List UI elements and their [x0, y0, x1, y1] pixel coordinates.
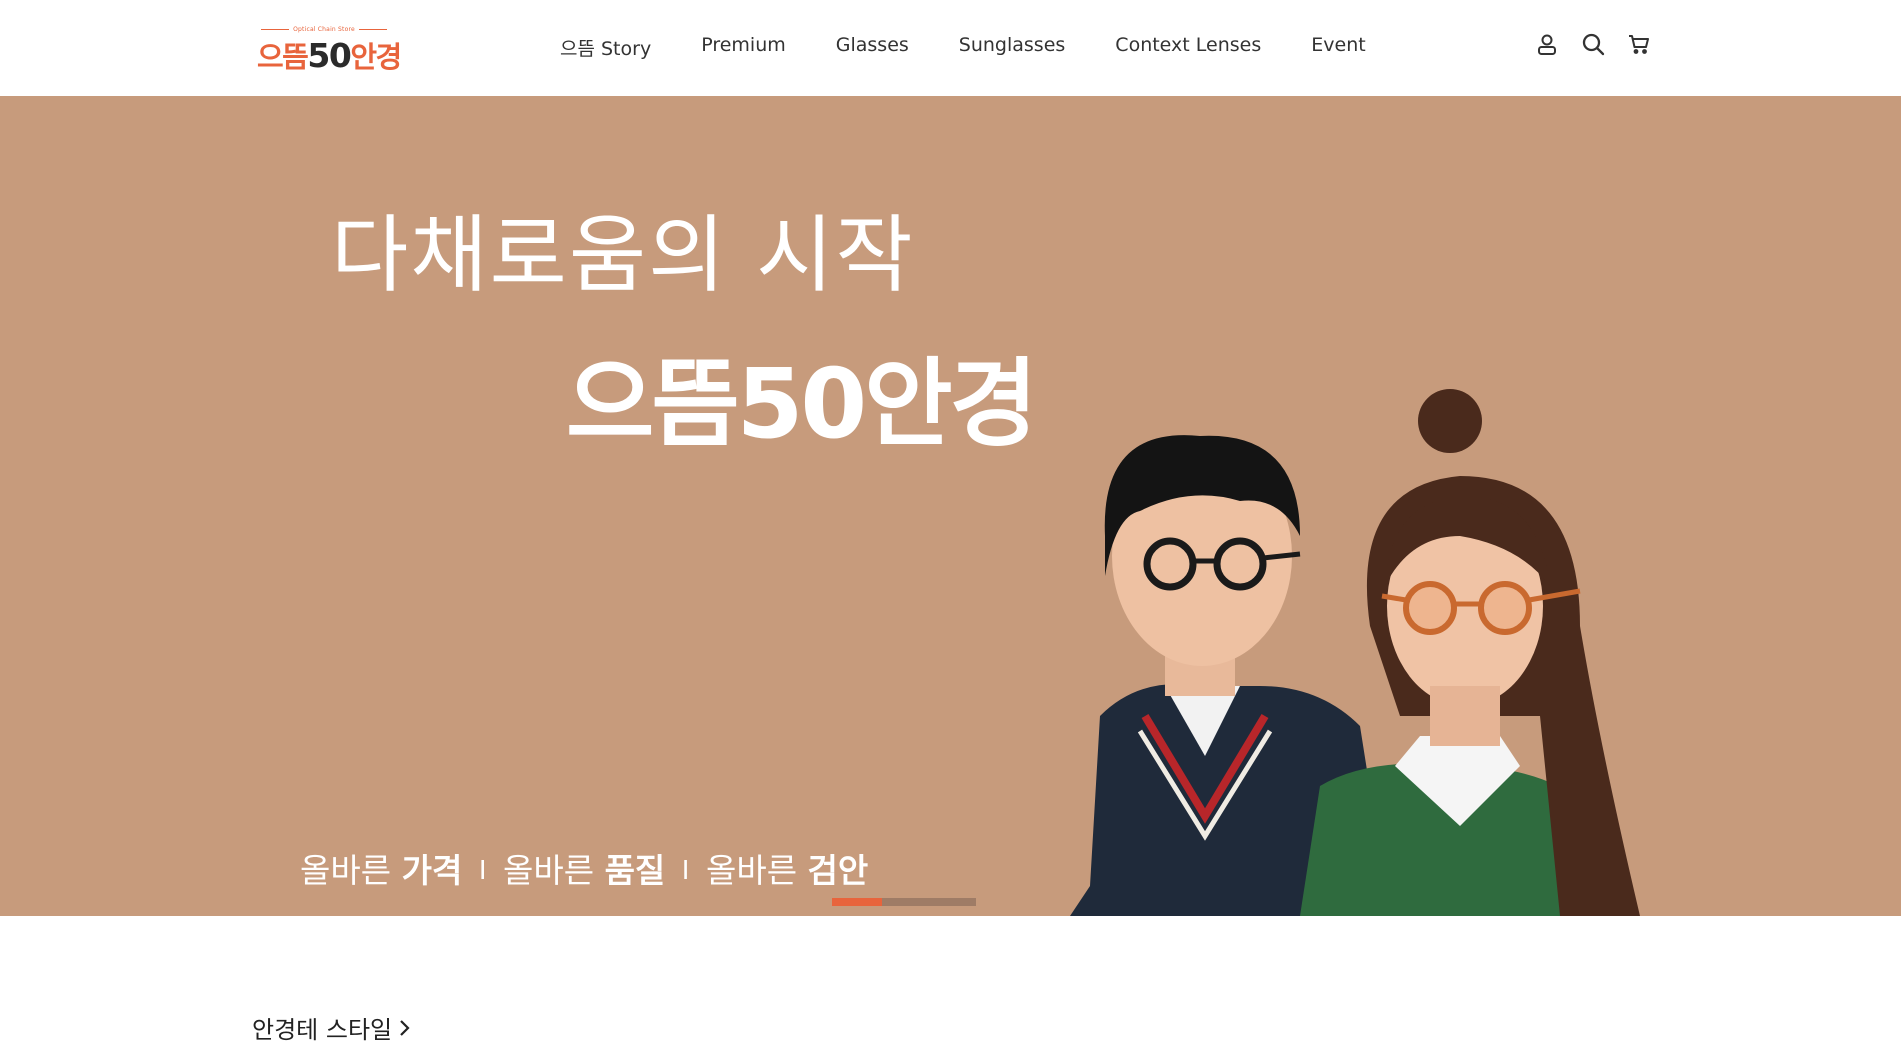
- slogan-bold-3: 검안: [807, 851, 869, 890]
- logo-part-1: 으뜸: [257, 40, 309, 74]
- hero-banner[interactable]: 다채로움의 시작 으뜸50안경 올바른 가격 I 올바른 품질 I 올바른 검안: [0, 96, 1901, 916]
- nav-item-sunglasses[interactable]: Sunglasses: [959, 34, 1066, 62]
- logo-tagline: Optical Chain Store: [257, 26, 391, 33]
- search-icon[interactable]: [1581, 32, 1605, 56]
- nav-item-event[interactable]: Event: [1311, 34, 1365, 62]
- nav-item-contact-lenses[interactable]: Context Lenses: [1115, 34, 1261, 62]
- nav-item-story[interactable]: 으뜸 Story: [560, 34, 651, 62]
- hero-slogan: 올바른 가격 I 올바른 품질 I 올바른 검안: [300, 844, 868, 892]
- brand-logo[interactable]: Optical Chain Store 으뜸50안경: [257, 26, 402, 75]
- nav-item-premium[interactable]: Premium: [701, 34, 786, 62]
- site-header: Optical Chain Store 으뜸50안경 으뜸 Story Prem…: [0, 0, 1901, 96]
- hero-title: 다채로움의 시작: [331, 206, 915, 304]
- slogan-text-2: 올바른: [502, 851, 605, 890]
- slogan-separator-1: I: [478, 856, 487, 886]
- chevron-right-icon: [400, 1019, 410, 1036]
- logo-part-3: 안경: [350, 40, 402, 74]
- slide-progress-bar[interactable]: [832, 898, 976, 906]
- hero-models-image: [1070, 389, 1640, 916]
- logo-part-2: 50: [307, 36, 351, 75]
- slogan-text-1: 올바른: [300, 851, 402, 890]
- user-icon[interactable]: [1535, 32, 1559, 56]
- slogan-text-3: 올바른: [705, 851, 808, 890]
- slogan-bold-1: 가격: [401, 851, 463, 890]
- nav-item-glasses[interactable]: Glasses: [836, 34, 909, 62]
- slide-progress-fill: [832, 898, 883, 906]
- cart-icon[interactable]: [1627, 32, 1651, 56]
- slogan-bold-2: 품질: [604, 851, 666, 890]
- header-tools: [1535, 32, 1651, 56]
- main-nav: 으뜸 Story Premium Glasses Sunglasses Cont…: [560, 34, 1366, 62]
- slogan-separator-2: I: [681, 856, 690, 886]
- frame-style-link[interactable]: 안경테 스타일: [252, 1010, 412, 1045]
- section-title: 안경테 스타일: [252, 1016, 393, 1044]
- logo-wordmark: 으뜸50안경: [257, 34, 402, 76]
